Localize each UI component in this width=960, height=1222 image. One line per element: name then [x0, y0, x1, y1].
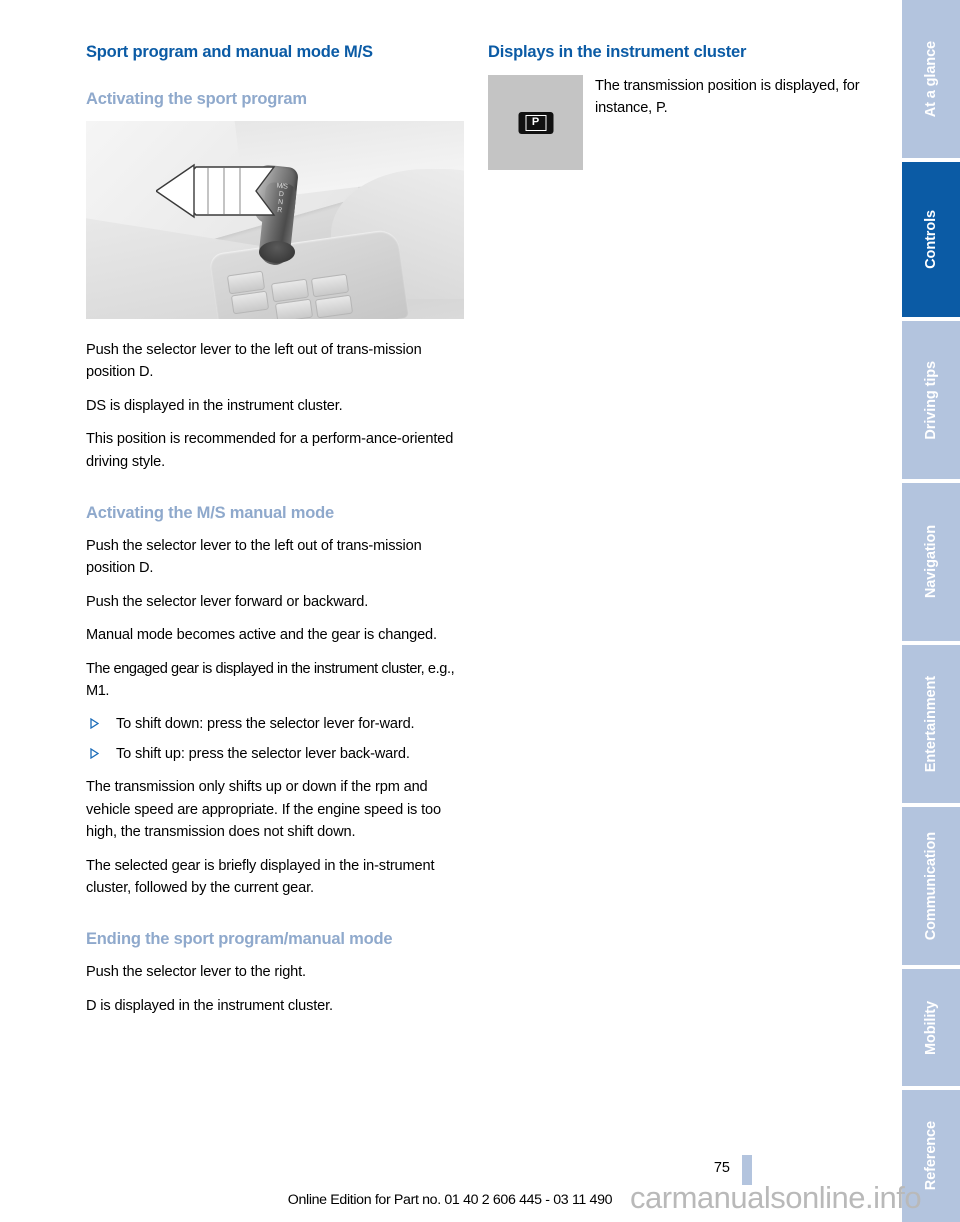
- list-item-shift-up-label: To shift up: press the selector lever ba…: [116, 745, 410, 762]
- manual-page: Sport program and manual mode M/S Activa…: [0, 0, 960, 1222]
- paragraph-transmission-shift-conditions: The transmission only shifts up or down …: [86, 779, 441, 841]
- cluster-description-block: The transmission position is displayed, …: [595, 75, 866, 120]
- tab-at-a-glance-label: At a glance: [923, 40, 939, 118]
- tab-controls[interactable]: Controls: [902, 162, 960, 317]
- list-item-shift-down-label: To shift down: press the selector lever …: [116, 716, 415, 733]
- section-heading-ending-sport-program: Ending the sport program/manual mode: [86, 930, 393, 949]
- chapter-tab-rail: At a glance Controls Driving tips Naviga…: [902, 0, 960, 1222]
- section-heading-activating-sport-program: Activating the sport program: [86, 90, 307, 108]
- footer-edition-note: Online Edition for Part no. 01 40 2 606 …: [287, 1192, 613, 1208]
- park-indicator-icon: P: [518, 111, 553, 134]
- triangle-bullet-icon: [90, 747, 99, 759]
- page-number: 75: [713, 1160, 730, 1176]
- paragraph-performance-style: This position is recommended for a perfo…: [86, 431, 454, 470]
- section-heading-activating-ms-manual-mode: Activating the M/S manual mode: [86, 504, 334, 523]
- paragraph-selected-gear-briefly-displayed: The selected gear is briefly displayed i…: [86, 857, 435, 896]
- list-item-shift-down: To shift down: press the selector lever …: [86, 713, 464, 735]
- paragraph-push-lever-left-2: Push the selector lever to the left out …: [86, 538, 422, 577]
- section-heading-displays-in-instrument-cluster: Displays in the instrument cluster: [488, 43, 747, 61]
- tab-mobility-label: Mobility: [923, 1000, 939, 1055]
- gear-selector-lever-photo: M/S D N R: [86, 121, 464, 319]
- paragraph-transmission-position-displayed: The transmission position is displayed, …: [595, 78, 860, 117]
- paragraph-ds-displayed: DS is displayed in the instrument cluste…: [86, 397, 343, 414]
- triangle-bullet-icon: [90, 718, 99, 730]
- tab-driving-tips[interactable]: Driving tips: [902, 321, 960, 479]
- paragraph-engaged-gear-displayed: The engaged gear is displayed in the ins…: [86, 660, 455, 700]
- tab-controls-label: Controls: [923, 210, 939, 269]
- tab-communication[interactable]: Communication: [902, 807, 960, 965]
- tab-at-a-glance[interactable]: At a glance: [902, 0, 960, 158]
- paragraph-manual-mode-active: Manual mode becomes active and the gear …: [86, 627, 437, 644]
- tab-entertainment-label: Entertainment: [923, 675, 939, 773]
- tab-entertainment[interactable]: Entertainment: [902, 645, 960, 803]
- left-text-column: Sport program and manual mode M/S Activa…: [86, 42, 464, 1028]
- tab-communication-label: Communication: [923, 831, 939, 941]
- instrument-cluster-p-indicator-figure: P: [488, 75, 583, 170]
- tab-navigation-label: Navigation: [923, 525, 939, 599]
- tab-navigation[interactable]: Navigation: [902, 483, 960, 641]
- right-text-column: Displays in the instrument cluster P The…: [488, 42, 866, 170]
- page-title: Sport program and manual mode M/S: [86, 43, 373, 61]
- tab-mobility[interactable]: Mobility: [902, 969, 960, 1086]
- list-item-shift-up: To shift up: press the selector lever ba…: [86, 743, 464, 765]
- shift-instructions-list: To shift down: press the selector lever …: [86, 713, 464, 765]
- selector-lever-boot: [259, 241, 295, 263]
- park-indicator-letter: P: [525, 114, 546, 131]
- paragraph-d-displayed: D is displayed in the instrument cluster…: [86, 997, 333, 1014]
- paragraph-push-lever-left-1: Push the selector lever to the left out …: [86, 342, 422, 381]
- tab-driving-tips-label: Driving tips: [923, 360, 939, 440]
- paragraph-push-lever-forward-backward: Push the selector lever forward or backw…: [86, 593, 369, 610]
- push-left-arrow-icon: [156, 163, 276, 219]
- paragraph-push-lever-right: Push the selector lever to the right.: [86, 964, 306, 981]
